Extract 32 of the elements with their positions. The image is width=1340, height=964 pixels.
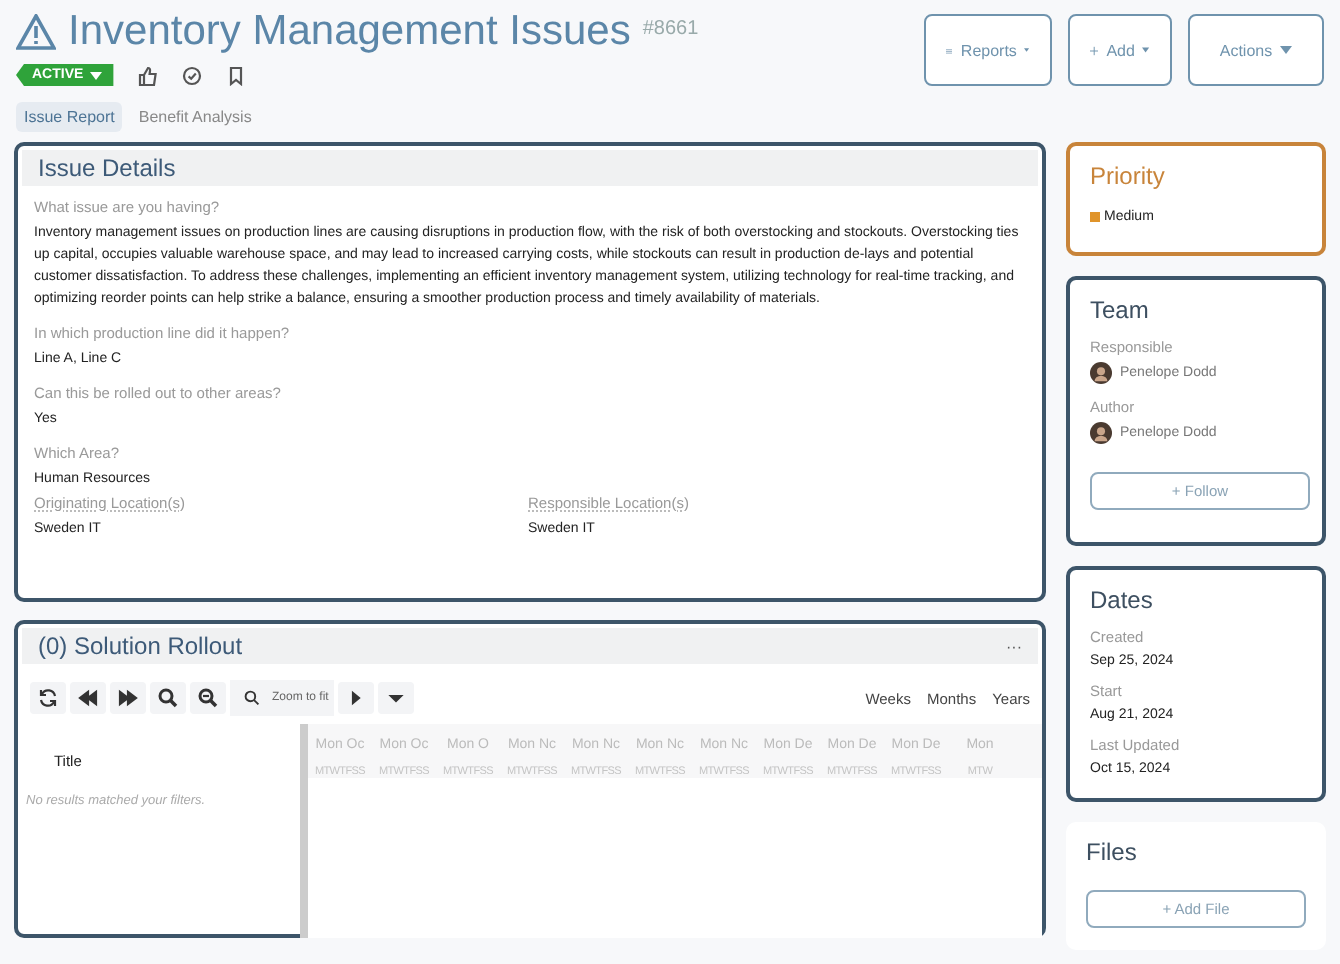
card-title: Issue Details (38, 154, 176, 182)
avatar-icon (1090, 362, 1112, 384)
check-circle-icon[interactable] (181, 65, 202, 85)
refresh-icon[interactable] (30, 682, 66, 714)
thumbs-up-icon[interactable] (137, 65, 158, 85)
card-title: Team (1090, 296, 1151, 324)
caret-icon (1142, 46, 1150, 54)
plus-icon (1090, 43, 1099, 57)
card-title: Priority (1090, 162, 1167, 190)
zoom-out-icon[interactable] (190, 682, 226, 714)
fast-forward-icon[interactable] (110, 682, 146, 714)
caret-icon (1280, 46, 1293, 54)
warning-icon (16, 14, 56, 50)
reports-button[interactable]: Reports (924, 14, 1052, 86)
issue-number: #8661 (642, 17, 699, 39)
caret-icon (89, 71, 102, 79)
tab[interactable]: Issue Report (16, 102, 123, 132)
add-button[interactable]: Add (1068, 14, 1172, 86)
actions-button[interactable]: Actions (1188, 14, 1324, 86)
card-title: Dates (1090, 586, 1155, 614)
tab[interactable]: Benefit Analysis (130, 102, 260, 132)
caret-icon[interactable] (378, 682, 415, 714)
play-icon[interactable] (338, 682, 375, 714)
caret-icon (1024, 46, 1030, 54)
avatar-icon (1090, 422, 1112, 444)
zoom-in-icon[interactable] (150, 682, 186, 714)
card-title: Files (1086, 838, 1139, 866)
rewind-icon[interactable] (70, 682, 106, 714)
card-title: (0) Solution Rollout (38, 632, 243, 660)
bookmark-icon[interactable] (225, 65, 246, 85)
more-menu[interactable]: ··· (1006, 637, 1022, 655)
page-title: Inventory Management Issues (68, 8, 631, 56)
